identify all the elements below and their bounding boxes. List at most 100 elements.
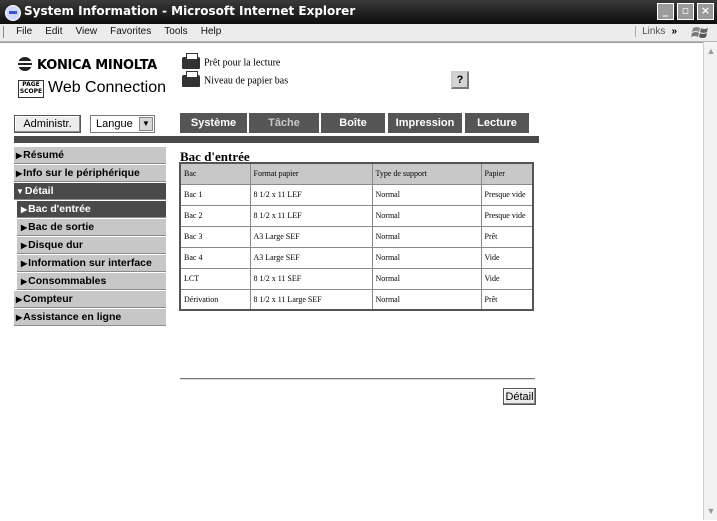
table-cell: Normal	[371, 267, 482, 290]
tab-tache[interactable]: Tâche	[249, 113, 319, 133]
table-cell: Normal	[371, 246, 482, 269]
menu-view[interactable]: View	[71, 24, 103, 37]
language-select[interactable]: Langue ▼	[90, 115, 155, 133]
table-cell: Bac 3	[179, 225, 251, 248]
triangle-right-icon: ▶	[21, 277, 28, 286]
sidebar-item-label: Assistance en ligne	[23, 311, 122, 323]
menu-tools[interactable]: Tools	[159, 24, 192, 37]
table-cell: Normal	[371, 183, 482, 206]
sidebar-item-bac-sortie[interactable]: ▶Bac de sortie	[17, 219, 166, 236]
sidebar-item-label: Résumé	[23, 149, 65, 161]
help-icon[interactable]: ?	[451, 71, 469, 89]
menu-favorites[interactable]: Favorites	[105, 24, 156, 37]
triangle-right-icon: ▶	[21, 241, 28, 250]
table-cell: 8 1/2 x 11 LEF	[249, 204, 373, 227]
table-cell: A3 Large SEF	[249, 225, 373, 248]
sidebar: ▶Résumé ▶Info sur le périphérique ▼Détai…	[14, 147, 166, 327]
column-header: Type de support	[371, 162, 482, 185]
konica-minolta-logo: KONICA MINOLTA	[18, 57, 157, 73]
sidebar-item-info-peripherique[interactable]: ▶Info sur le périphérique	[14, 165, 166, 182]
column-header: Papier	[480, 162, 534, 185]
sidebar-item-bac-entree[interactable]: ▶Bac d'entrée	[17, 201, 166, 218]
table-cell: Dérivation	[179, 288, 251, 311]
tab-systeme[interactable]: Système	[180, 113, 247, 133]
menu-help[interactable]: Help	[196, 24, 227, 37]
printer-icon	[182, 53, 200, 69]
triangle-right-icon: ▶	[16, 295, 23, 304]
sidebar-item-label: Bac de sortie	[28, 221, 95, 233]
dropdown-arrow-icon[interactable]: ▼	[139, 117, 153, 131]
table-row: Bac 4 A3 Large SEF Normal Vide	[179, 246, 534, 269]
table-cell: 8 1/2 x 11 Large SEF	[249, 288, 373, 311]
sidebar-item-label: Compteur	[23, 293, 73, 305]
triangle-down-icon: ▼	[16, 187, 24, 196]
sidebar-item-detail[interactable]: ▼Détail	[14, 183, 166, 200]
detail-button[interactable]: Détail	[503, 388, 536, 405]
table-header-row: Bac Format papier Type de support Papier	[179, 162, 534, 185]
triangle-right-icon: ▶	[16, 151, 23, 160]
links-toolbar[interactable]: Links »	[635, 26, 677, 37]
scroll-up-icon[interactable]: ▲	[706, 46, 716, 56]
sidebar-item-assistance[interactable]: ▶Assistance en ligne	[14, 309, 166, 326]
table-cell: LCT	[179, 267, 251, 290]
triangle-right-icon: ▶	[16, 169, 23, 178]
sidebar-item-resume[interactable]: ▶Résumé	[14, 147, 166, 164]
status-ready: Prêt pour la lecture	[182, 53, 281, 69]
close-button[interactable]: ×	[697, 3, 714, 20]
sidebar-item-consommables[interactable]: ▶Consommables	[17, 273, 166, 290]
tab-boite[interactable]: Boîte	[321, 113, 385, 133]
triangle-right-icon: ▶	[21, 205, 28, 214]
status-paper: Niveau de papier bas	[182, 71, 289, 87]
sidebar-item-label: Information sur interface	[28, 257, 152, 269]
triangle-right-icon: ▶	[16, 313, 23, 322]
brand-name: KONICA MINOLTA	[37, 58, 157, 73]
table-cell: Prêt	[480, 288, 534, 311]
language-select-value: Langue	[96, 118, 133, 130]
table-cell: 8 1/2 x 11 LEF	[249, 183, 373, 206]
minimize-button[interactable]: _	[657, 3, 674, 20]
sidebar-item-label: Détail	[24, 185, 54, 197]
sidebar-item-label: Consommables	[28, 275, 107, 287]
table-row: Bac 2 8 1/2 x 11 LEF Normal Presque vide	[179, 204, 534, 227]
konica-globe-icon	[18, 57, 32, 71]
pagescope-logo: PAGE SCOPE Web Connection	[18, 79, 166, 98]
table-row: Dérivation 8 1/2 x 11 Large SEF Normal P…	[179, 288, 534, 311]
table-cell: A3 Large SEF	[249, 246, 373, 269]
table-row: Bac 3 A3 Large SEF Normal Prêt	[179, 225, 534, 248]
status-ready-text: Prêt pour la lecture	[204, 57, 281, 69]
menu-edit[interactable]: Edit	[40, 24, 67, 37]
table-row: Bac 1 8 1/2 x 11 LEF Normal Presque vide	[179, 183, 534, 206]
tab-impression[interactable]: Impression	[388, 113, 462, 133]
header-divider	[14, 136, 539, 143]
sidebar-item-compteur[interactable]: ▶Compteur	[14, 291, 166, 308]
window-title: System Information - Microsoft Internet …	[24, 4, 356, 18]
table-cell: Presque vide	[480, 183, 534, 206]
table-cell: 8 1/2 x 11 SEF	[249, 267, 373, 290]
table-row: LCT 8 1/2 x 11 SEF Normal Vide	[179, 267, 534, 290]
table-cell: Vide	[480, 267, 534, 290]
column-header: Bac	[179, 162, 251, 185]
sidebar-item-label: Disque dur	[28, 239, 83, 251]
ie-logo-icon	[5, 5, 21, 21]
menu-bar: File Edit View Favorites Tools Help	[0, 24, 717, 42]
table-cell: Presque vide	[480, 204, 534, 227]
maximize-button[interactable]: ▫	[677, 3, 694, 20]
tab-lecture[interactable]: Lecture	[465, 113, 529, 133]
admin-button[interactable]: Administr.	[14, 115, 81, 133]
scroll-down-icon[interactable]: ▼	[706, 506, 716, 516]
table-cell: Bac 4	[179, 246, 251, 269]
product-name: Web Connection	[48, 79, 166, 96]
windows-logo-icon	[691, 27, 708, 38]
menu-file[interactable]: File	[11, 24, 37, 37]
triangle-right-icon: ▶	[21, 259, 28, 268]
sidebar-item-disque-dur[interactable]: ▶Disque dur	[17, 237, 166, 254]
printer-paper-icon	[182, 71, 200, 87]
column-header: Format papier	[249, 162, 373, 185]
sidebar-item-interface[interactable]: ▶Information sur interface	[17, 255, 166, 272]
pagescope-mark-icon: PAGE SCOPE	[18, 80, 44, 98]
vertical-scrollbar[interactable]: ▲ ▼	[703, 42, 717, 520]
triangle-right-icon: ▶	[21, 223, 28, 232]
links-chevron-icon[interactable]: »	[671, 26, 677, 37]
table-cell: Normal	[371, 204, 482, 227]
status-paper-text: Niveau de papier bas	[204, 75, 289, 87]
